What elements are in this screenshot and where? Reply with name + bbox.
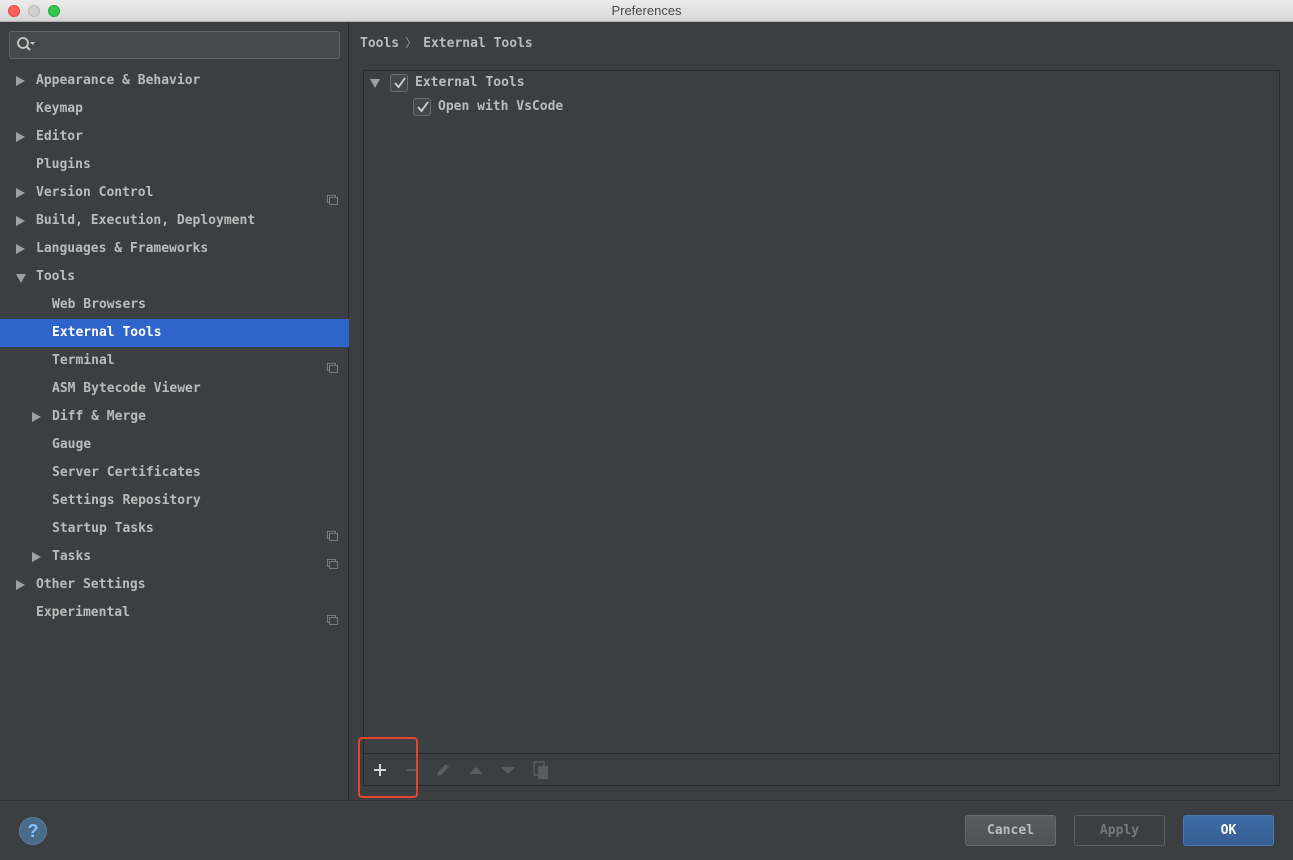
main-content: Tools 〉 External Tools External Tools Open… bbox=[350, 22, 1293, 800]
sidebar-item-label: Editor bbox=[36, 129, 83, 144]
dialog-footer: ? Cancel Apply OK bbox=[0, 800, 1293, 860]
sidebar-item-startup-tasks[interactable]: Startup Tasks bbox=[0, 515, 349, 543]
tool-group-row[interactable]: External Tools bbox=[368, 71, 668, 95]
sidebar-item-label: External Tools bbox=[52, 325, 162, 340]
expand-arrow-icon[interactable] bbox=[16, 216, 25, 226]
window-title: Preferences bbox=[611, 3, 682, 18]
sidebar-item-label: Terminal bbox=[52, 353, 115, 368]
expand-arrow-icon[interactable] bbox=[16, 580, 25, 590]
minimize-window-button[interactable] bbox=[28, 5, 40, 17]
sidebar-item-label: Languages & Frameworks bbox=[36, 241, 209, 256]
sidebar-item-label: ASM Bytecode Viewer bbox=[52, 381, 201, 396]
settings-tree: Appearance & Behavior Keymap Editor Plugins… bbox=[0, 67, 349, 627]
sidebar-item-appearance-behavior[interactable]: Appearance & Behavior bbox=[0, 67, 349, 95]
expand-arrow-icon[interactable] bbox=[32, 552, 41, 562]
sidebar-item-server-certificates[interactable]: Server Certificates bbox=[0, 459, 349, 487]
sidebar-item-label: Tasks bbox=[52, 549, 92, 564]
sidebar-item-diff-merge[interactable]: Diff & Merge bbox=[0, 403, 349, 431]
sidebar-item-web-browsers[interactable]: Web Browsers bbox=[0, 291, 349, 319]
maximize-window-button[interactable] bbox=[48, 5, 60, 17]
sidebar-item-settings-repository[interactable]: Settings Repository bbox=[0, 487, 349, 515]
help-button[interactable]: ? bbox=[19, 817, 47, 845]
expand-arrow-icon[interactable] bbox=[16, 188, 25, 198]
expand-arrow-icon[interactable] bbox=[16, 132, 25, 142]
tool-item-label: Open with VsCode bbox=[438, 99, 564, 114]
tool-group-checkbox[interactable] bbox=[390, 74, 408, 92]
sidebar-item-experimental[interactable]: Experimental bbox=[0, 599, 349, 627]
expand-arrow-icon[interactable] bbox=[16, 244, 25, 254]
tool-item-checkbox[interactable] bbox=[413, 98, 431, 116]
sidebar-item-label: Other Settings bbox=[36, 577, 146, 592]
move-up-icon[interactable] bbox=[466, 760, 486, 780]
sidebar-item-label: Version Control bbox=[36, 185, 154, 200]
sidebar-item-gauge[interactable]: Gauge bbox=[0, 431, 349, 459]
sidebar-item-external-tools[interactable]: External Tools bbox=[0, 319, 349, 347]
sidebar-item-plugins[interactable]: Plugins bbox=[0, 151, 349, 179]
expand-arrow-icon[interactable] bbox=[32, 412, 41, 422]
checkmark-icon bbox=[394, 77, 406, 89]
project-settings-icon bbox=[327, 188, 338, 205]
sidebar-item-label: Build, Execution, Deployment bbox=[36, 213, 256, 228]
cancel-button[interactable]: Cancel bbox=[965, 815, 1056, 846]
move-down-icon[interactable] bbox=[498, 760, 518, 780]
sidebar-item-label: Diff & Merge bbox=[52, 409, 146, 424]
tool-item-row[interactable]: Open with VsCode bbox=[368, 95, 668, 119]
project-settings-icon bbox=[327, 356, 338, 373]
project-settings-icon bbox=[327, 524, 338, 541]
sidebar-item-label: Keymap bbox=[36, 101, 83, 116]
search-input[interactable] bbox=[9, 31, 340, 59]
apply-button[interactable]: Apply bbox=[1074, 815, 1165, 846]
breadcrumb-current: External Tools bbox=[423, 36, 533, 51]
sidebar-item-label: Gauge bbox=[52, 437, 92, 452]
settings-sidebar: Appearance & Behavior Keymap Editor Plugins… bbox=[0, 22, 349, 800]
title-bar: Preferences bbox=[0, 0, 1293, 22]
checkmark-icon bbox=[417, 101, 429, 113]
breadcrumb-parent[interactable]: Tools bbox=[360, 36, 399, 51]
sidebar-item-editor[interactable]: Editor bbox=[0, 123, 349, 151]
sidebar-item-label: Web Browsers bbox=[52, 297, 146, 312]
breadcrumb: Tools 〉 External Tools bbox=[360, 34, 533, 51]
sidebar-item-version-control[interactable]: Version Control bbox=[0, 179, 349, 207]
edit-icon[interactable] bbox=[433, 760, 453, 780]
sidebar-item-label: Settings Repository bbox=[52, 493, 201, 508]
sidebar-item-label: Appearance & Behavior bbox=[36, 73, 201, 88]
sidebar-item-languages-frameworks[interactable]: Languages & Frameworks bbox=[0, 235, 349, 263]
tools-toolbar bbox=[364, 753, 1279, 785]
external-tools-tree: External Tools Open with VsCode bbox=[364, 71, 1279, 753]
sidebar-item-label: Startup Tasks bbox=[52, 521, 154, 536]
search-icon[interactable] bbox=[16, 36, 36, 54]
sidebar-item-other-settings[interactable]: Other Settings bbox=[0, 571, 349, 599]
tool-group-label: External Tools bbox=[415, 75, 525, 90]
project-settings-icon bbox=[327, 608, 338, 625]
project-settings-icon bbox=[327, 552, 338, 569]
close-window-button[interactable] bbox=[8, 5, 20, 17]
copy-icon[interactable] bbox=[531, 760, 551, 780]
sidebar-item-asm-bytecode-viewer[interactable]: ASM Bytecode Viewer bbox=[0, 375, 349, 403]
ok-button[interactable]: OK bbox=[1183, 815, 1274, 846]
sidebar-item-keymap[interactable]: Keymap bbox=[0, 95, 349, 123]
sidebar-item-label: Tools bbox=[36, 269, 76, 284]
collapse-arrow-icon[interactable] bbox=[16, 274, 26, 283]
sidebar-item-build-execution-deployment[interactable]: Build, Execution, Deployment bbox=[0, 207, 349, 235]
sidebar-item-tasks[interactable]: Tasks bbox=[0, 543, 349, 571]
breadcrumb-separator: 〉 bbox=[405, 36, 418, 50]
sidebar-item-label: Plugins bbox=[36, 157, 91, 172]
expand-arrow-icon[interactable] bbox=[370, 79, 380, 88]
sidebar-item-label: Experimental bbox=[36, 605, 130, 620]
add-button-highlight bbox=[358, 737, 418, 798]
sidebar-item-terminal[interactable]: Terminal bbox=[0, 347, 349, 375]
external-tools-panel: External Tools Open with VsCode bbox=[363, 70, 1280, 786]
expand-arrow-icon[interactable] bbox=[16, 76, 25, 86]
sidebar-item-tools[interactable]: Tools bbox=[0, 263, 349, 291]
sidebar-item-label: Server Certificates bbox=[52, 465, 201, 480]
